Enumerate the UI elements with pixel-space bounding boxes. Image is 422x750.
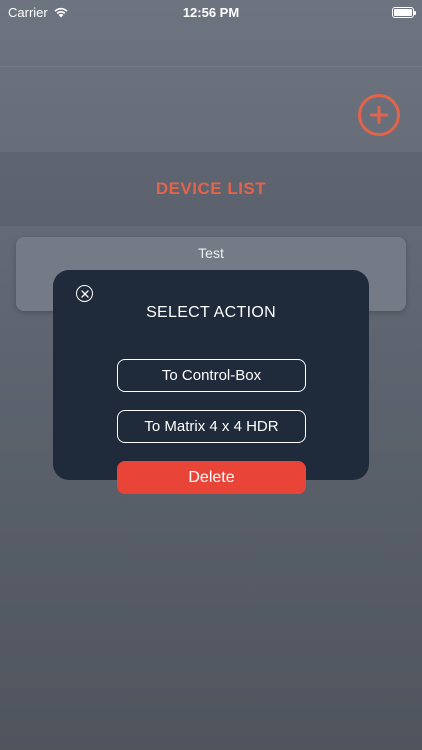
delete-button[interactable]: Delete xyxy=(117,461,306,494)
to-control-box-button[interactable]: To Control-Box xyxy=(117,359,306,392)
battery-level xyxy=(394,8,412,16)
status-bar: Carrier 12:56 PM xyxy=(0,0,422,24)
close-button[interactable] xyxy=(76,285,93,302)
status-time: 12:56 PM xyxy=(182,4,240,20)
device-list-header: DEVICE LIST xyxy=(0,152,422,226)
device-name: Test xyxy=(198,245,224,261)
navigation-bar xyxy=(0,24,422,68)
modal-title: SELECT ACTION xyxy=(146,304,276,321)
to-matrix-button[interactable]: To Matrix 4 x 4 HDR xyxy=(117,410,306,443)
add-device-button[interactable] xyxy=(358,94,400,136)
page-title: DEVICE LIST xyxy=(155,179,267,198)
battery-icon xyxy=(392,6,416,18)
select-action-modal: SELECT ACTION To Control-Box To Matrix 4… xyxy=(53,270,369,480)
nav-divider xyxy=(0,66,422,67)
plus-circle-icon xyxy=(370,106,388,124)
close-icon xyxy=(80,289,89,298)
